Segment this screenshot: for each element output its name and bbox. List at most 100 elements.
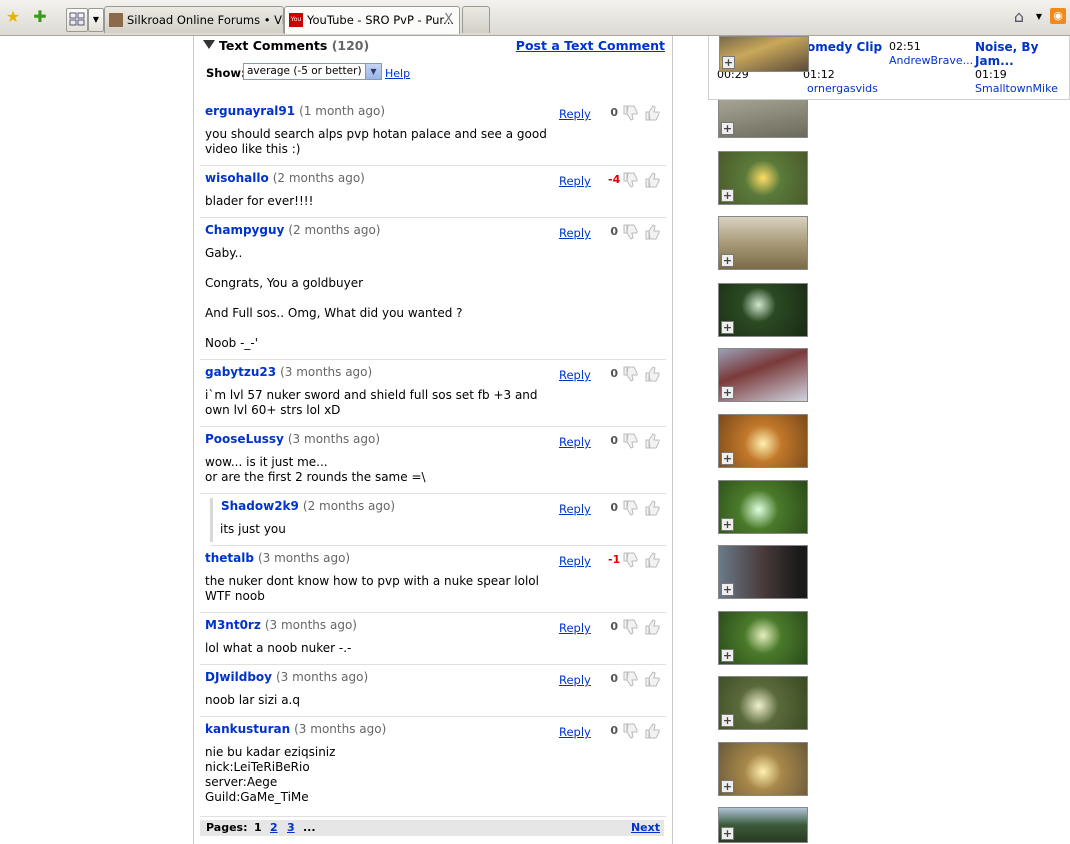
add-to-queue-icon[interactable]: +: [721, 122, 734, 135]
thumbs-down-icon[interactable]: [622, 104, 639, 122]
comment-author[interactable]: ergunayral91 (1 month ago): [205, 104, 385, 118]
related-video-thumbnail[interactable]: +: [718, 151, 808, 205]
thumbs-down-icon[interactable]: [622, 618, 639, 636]
home-dropdown-icon[interactable]: ▼: [1030, 8, 1048, 26]
rss-feed-icon[interactable]: ◉: [1050, 8, 1066, 24]
reply-comment: Shadow2k9 (2 months ago) Reply 0 its just yo…: [210, 494, 666, 546]
comment-body: wow... is it just me... or are the first…: [205, 455, 426, 484]
comment-item: Champyguy (2 months ago) Reply 0 Gaby.. Cong…: [200, 218, 666, 360]
comment-author[interactable]: wisohallo (2 months ago): [205, 171, 365, 185]
add-to-queue-icon[interactable]: +: [721, 714, 734, 727]
thumbs-down-icon[interactable]: [622, 223, 639, 241]
comment-score: -1: [608, 553, 621, 566]
comment-score: 0: [610, 724, 618, 737]
page-ellipsis: ...: [303, 821, 316, 834]
comment-author[interactable]: DJwildboy (3 months ago): [205, 670, 368, 684]
reply-link[interactable]: Reply: [559, 725, 591, 739]
related-duration-1: 02:51: [889, 40, 921, 53]
reply-link[interactable]: Reply: [559, 435, 591, 449]
add-to-queue-icon[interactable]: +: [721, 452, 734, 465]
related-user-1[interactable]: AndrewBrave...: [889, 54, 973, 67]
comment-author[interactable]: Shadow2k9 (2 months ago): [221, 499, 395, 513]
thumbs-down-icon[interactable]: [622, 499, 639, 517]
post-comment-link[interactable]: Post a Text Comment: [516, 38, 665, 53]
add-to-queue-icon[interactable]: +: [721, 321, 734, 334]
related-title-2[interactable]: Noise, By Jam...: [975, 40, 1065, 68]
related-video-thumbnail[interactable]: +: [718, 216, 808, 270]
reply-link[interactable]: Reply: [559, 107, 591, 121]
related-video-thumbnail[interactable]: +: [718, 742, 808, 796]
thumbs-up-icon[interactable]: [644, 365, 661, 383]
collapse-triangle-icon[interactable]: [203, 40, 215, 49]
tab-youtube[interactable]: You YouTube - SRO PvP - Pur... X: [284, 6, 460, 34]
reply-link[interactable]: Reply: [559, 673, 591, 687]
related-title-1[interactable]: omedy Clip: [807, 40, 882, 54]
page-3-link[interactable]: 3: [287, 820, 295, 836]
next-page-link[interactable]: Next: [631, 820, 660, 836]
comment-author[interactable]: kankusturan (3 months ago): [205, 722, 386, 736]
quick-tabs-button[interactable]: [66, 8, 88, 32]
related-video-thumbnail[interactable]: +: [718, 676, 808, 730]
add-to-queue-icon[interactable]: +: [721, 827, 734, 840]
related-video-thumbnail[interactable]: +: [718, 545, 808, 599]
thumbs-down-icon[interactable]: [622, 365, 639, 383]
favorites-star-icon[interactable]: ★: [4, 8, 22, 26]
related-video-thumbnail[interactable]: +: [718, 807, 808, 843]
home-icon[interactable]: ⌂: [1010, 8, 1028, 26]
comment-author[interactable]: PooseLussy (3 months ago): [205, 432, 380, 446]
thumbs-up-icon[interactable]: [644, 171, 661, 189]
add-to-queue-icon[interactable]: +: [721, 386, 734, 399]
add-to-queue-icon[interactable]: +: [721, 518, 734, 531]
page-2-link[interactable]: 2: [270, 820, 278, 836]
thumbs-up-icon[interactable]: [644, 104, 661, 122]
help-link[interactable]: Help: [385, 67, 410, 80]
thumbs-up-icon[interactable]: [644, 223, 661, 241]
thumbs-up-icon[interactable]: [644, 551, 661, 569]
related-video-thumbnail[interactable]: +: [718, 414, 808, 468]
reply-link[interactable]: Reply: [559, 621, 591, 635]
related-video-thumbnail[interactable]: +: [718, 611, 808, 665]
related-user-2[interactable]: SmalltownMike: [975, 82, 1058, 95]
add-to-queue-icon[interactable]: +: [721, 649, 734, 662]
comment-author[interactable]: gabytzu23 (3 months ago): [205, 365, 372, 379]
add-to-queue-icon[interactable]: +: [721, 189, 734, 202]
add-to-queue-icon[interactable]: +: [722, 56, 735, 69]
add-to-queue-icon[interactable]: +: [721, 583, 734, 596]
thumbs-down-icon[interactable]: [622, 171, 639, 189]
reply-link[interactable]: Reply: [559, 226, 591, 240]
thumbs-up-icon[interactable]: [644, 618, 661, 636]
thumbs-down-icon[interactable]: [622, 670, 639, 688]
thumbs-down-icon[interactable]: [622, 432, 639, 450]
add-to-queue-icon[interactable]: +: [721, 254, 734, 267]
reply-link[interactable]: Reply: [559, 368, 591, 382]
comment-body: its just you: [220, 522, 286, 536]
comment-author[interactable]: M3nt0rz (3 months ago): [205, 618, 357, 632]
comment-age: (3 months ago): [294, 722, 387, 736]
new-tab-button[interactable]: [462, 6, 490, 33]
thumbs-up-icon[interactable]: [644, 670, 661, 688]
tab-list-dropdown[interactable]: ▼: [88, 8, 104, 32]
comment-body: nie bu kadar eziqsiniz nick:LeiTeRiBeRio…: [205, 745, 336, 804]
add-favorite-icon[interactable]: ✚: [31, 8, 49, 26]
related-user-3[interactable]: ornergasvids: [807, 82, 878, 95]
tab-silkroad-forums[interactable]: Silkroad Online Forums • Vie...: [104, 6, 284, 33]
comment-age: (3 months ago): [280, 365, 373, 379]
thumbs-up-icon[interactable]: [644, 432, 661, 450]
comment-author[interactable]: thetalb (3 months ago): [205, 551, 350, 565]
related-video-thumbnail[interactable]: +: [718, 348, 808, 402]
add-to-queue-icon[interactable]: +: [721, 780, 734, 793]
thumbs-down-icon[interactable]: [622, 551, 639, 569]
thumbs-up-icon[interactable]: [644, 722, 661, 740]
related-video-thumbnail[interactable]: +: [718, 480, 808, 534]
related-thumb-popup[interactable]: +: [719, 36, 809, 72]
reply-link[interactable]: Reply: [559, 174, 591, 188]
related-video-thumbnail[interactable]: +: [718, 283, 808, 337]
reply-link[interactable]: Reply: [559, 502, 591, 516]
comment-author[interactable]: Champyguy (2 months ago): [205, 223, 380, 237]
thumbs-up-icon[interactable]: [644, 499, 661, 517]
comment-filter-select[interactable]: average (-5 or better) ▼: [243, 63, 382, 80]
thumbs-down-icon[interactable]: [622, 722, 639, 740]
page-current: 1: [254, 821, 262, 834]
close-tab-icon[interactable]: X: [444, 7, 453, 33]
reply-link[interactable]: Reply: [559, 554, 591, 568]
